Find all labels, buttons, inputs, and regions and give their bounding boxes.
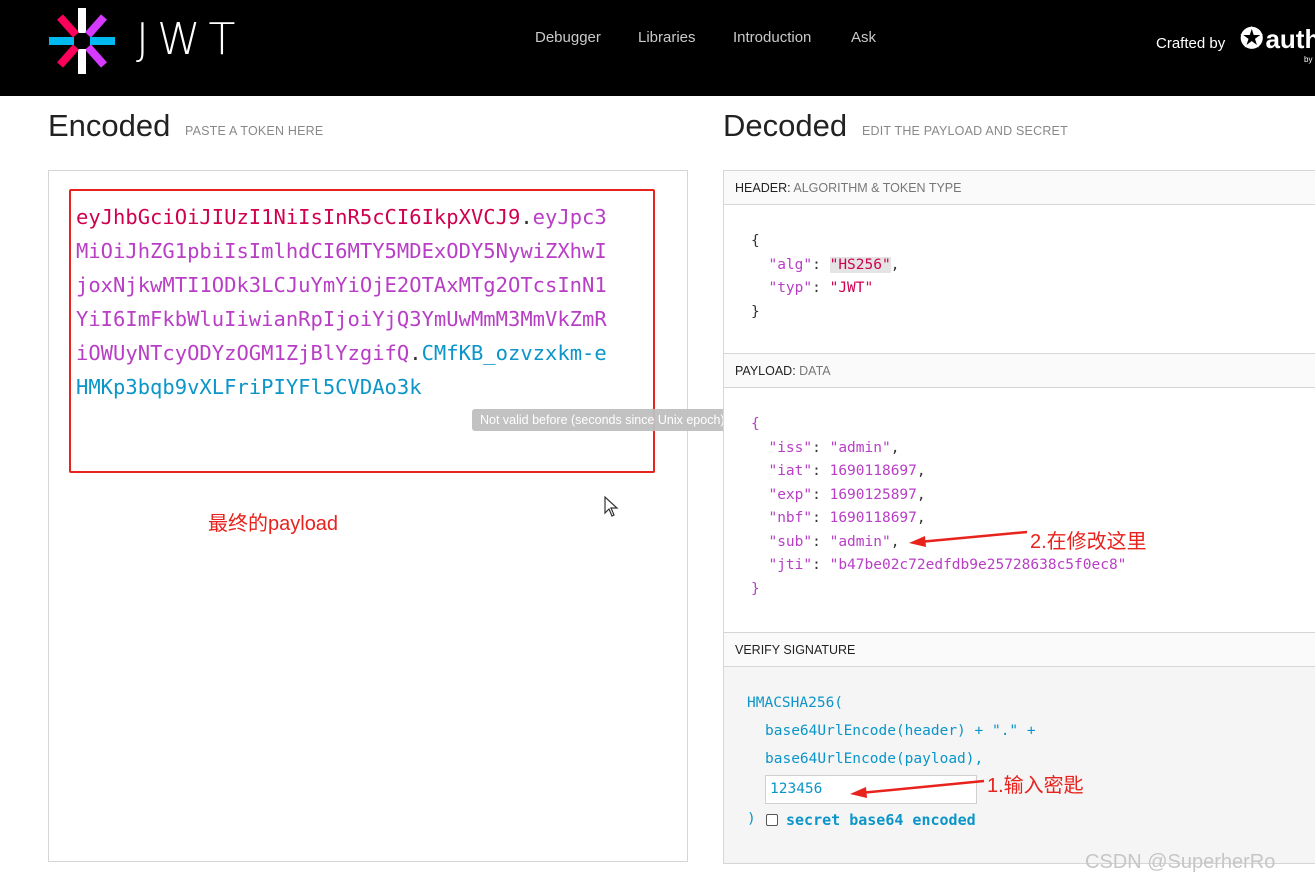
final-payload-annotation: 最终的payload bbox=[208, 513, 339, 535]
header-json-editor[interactable]: { "alg": "HS256", "typ": "JWT" } bbox=[751, 230, 899, 324]
decoded-header-bar: HEADER: ALGORITHM & TOKEN TYPE bbox=[724, 171, 1315, 205]
json-value: "b47be02c72edfdb9e25728638c5f0ec8" bbox=[829, 557, 1127, 573]
modify-here-annotation: 2.在修改这里 bbox=[1030, 531, 1147, 553]
json-value-alg: "HS256" bbox=[829, 256, 891, 273]
decoded-header-label: HEADER: ALGORITHM & TOKEN TYPE bbox=[735, 181, 961, 195]
verify-line-header: base64UrlEncode(header) + "." + bbox=[765, 723, 1036, 739]
csdn-watermark: CSDN @SuperherRo bbox=[1085, 851, 1276, 873]
auth0-by-label: by bbox=[1304, 55, 1313, 64]
jwt-logo-icon[interactable] bbox=[47, 6, 117, 76]
auth0-star-icon: ✪ bbox=[1240, 23, 1264, 54]
decoded-payload-bar: PAYLOAD: DATA bbox=[724, 354, 1315, 388]
verify-signature-panel: VERIFY SIGNATURE bbox=[723, 632, 1315, 864]
annotation-arrow-icon bbox=[850, 779, 985, 798]
decoded-payload-label: PAYLOAD: DATA bbox=[735, 364, 831, 378]
json-value-typ: "JWT" bbox=[829, 280, 874, 296]
json-key: "nbf" bbox=[768, 510, 813, 526]
verify-fn: HMACSHA256( bbox=[747, 695, 844, 711]
payload-label: PAYLOAD: bbox=[735, 364, 796, 378]
json-key: "alg" bbox=[768, 256, 813, 273]
base64-secret-label[interactable]: secret base64 encoded bbox=[786, 811, 976, 829]
nbf-tooltip: Not valid before (seconds since Unix epo… bbox=[472, 409, 733, 431]
decoded-subtitle: EDIT THE PAYLOAD AND SECRET bbox=[862, 124, 1068, 138]
payload-desc: DATA bbox=[799, 364, 831, 378]
json-key: "jti" bbox=[768, 557, 813, 573]
mouse-cursor-icon bbox=[604, 496, 619, 517]
json-key: "iss" bbox=[768, 439, 813, 456]
nav-debugger[interactable]: Debugger bbox=[535, 29, 601, 46]
json-key: "exp" bbox=[768, 486, 813, 503]
auth0-brand-text: auth bbox=[1265, 24, 1315, 54]
base64-secret-checkbox[interactable] bbox=[766, 814, 778, 826]
json-value: 1690118697 bbox=[829, 510, 917, 526]
json-key: "typ" bbox=[768, 280, 813, 296]
json-key: "iat" bbox=[768, 463, 813, 479]
verify-close-paren: ) bbox=[747, 811, 756, 827]
auth0-logo[interactable]: ✪auth bbox=[1240, 22, 1315, 55]
json-value-sub: "admin" bbox=[829, 533, 891, 550]
nav-libraries[interactable]: Libraries bbox=[638, 29, 696, 46]
nav-ask[interactable]: Ask bbox=[851, 29, 876, 46]
enter-secret-annotation: 1.输入密匙 bbox=[987, 775, 1084, 797]
jwt-logo-text[interactable]: JWT bbox=[136, 14, 243, 65]
encoded-title: Encoded bbox=[48, 108, 171, 143]
json-key: "sub" bbox=[768, 533, 813, 550]
payload-json-editor[interactable]: { "iss": "admin", "iat": 1690118697, "ex… bbox=[751, 413, 1126, 601]
header-desc: ALGORITHM & TOKEN TYPE bbox=[793, 181, 962, 195]
decoded-title: Decoded bbox=[723, 108, 848, 143]
crafted-by-label: Crafted by bbox=[1156, 35, 1226, 52]
annotation-arrow-icon bbox=[909, 530, 1028, 547]
verify-signature-bar: VERIFY SIGNATURE bbox=[724, 633, 1315, 667]
nav-introduction[interactable]: Introduction bbox=[733, 29, 811, 46]
header-label: HEADER: bbox=[735, 181, 791, 195]
verify-line-payload: base64UrlEncode(payload), bbox=[765, 751, 984, 767]
encoded-subtitle: PASTE A TOKEN HERE bbox=[185, 124, 324, 138]
verify-signature-label: VERIFY SIGNATURE bbox=[735, 643, 856, 657]
json-value: 1690125897 bbox=[829, 486, 917, 503]
json-value: 1690118697 bbox=[829, 463, 917, 479]
json-value: "admin" bbox=[829, 439, 891, 456]
